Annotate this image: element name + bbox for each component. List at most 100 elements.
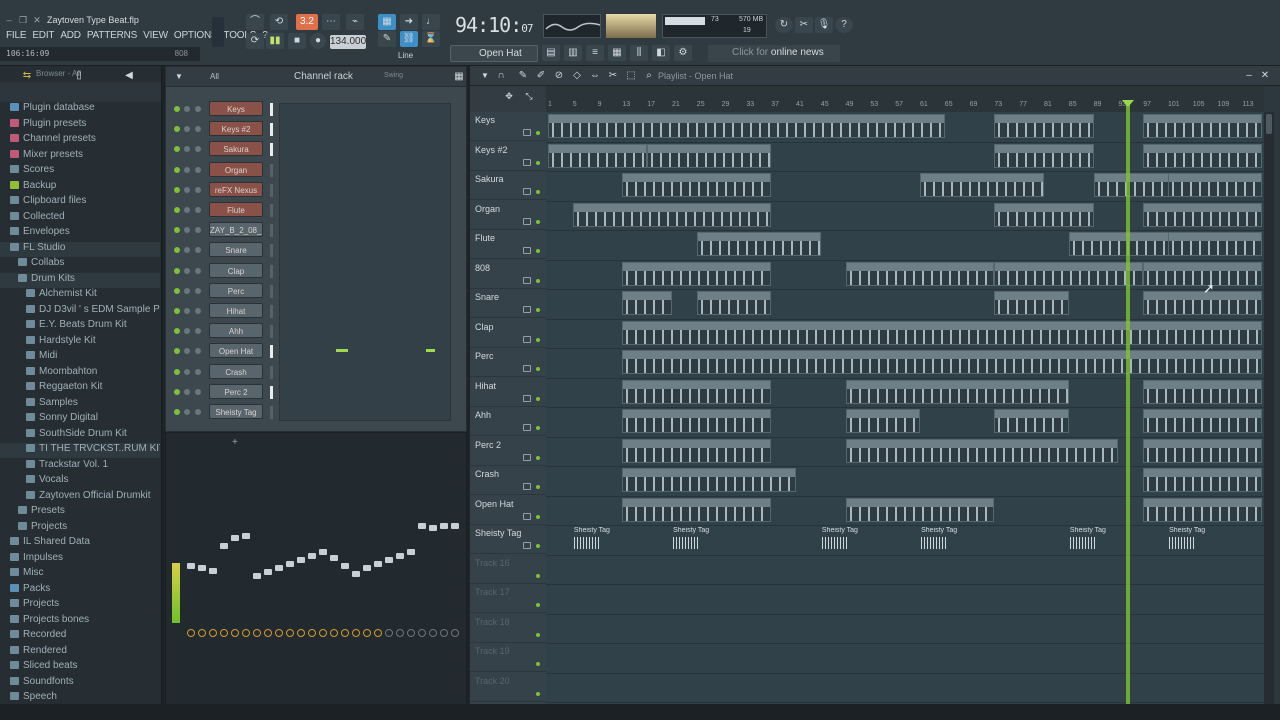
channel-mute-led[interactable] [174,186,180,193]
pattern-clip[interactable] [572,202,772,227]
link-icon[interactable]: ⛓ [400,31,418,47]
browser-item[interactable]: Midi [0,350,160,365]
browser-item[interactable]: FL Studio [0,241,160,257]
track-header[interactable]: Track 16 [470,555,546,584]
channel-select-indicator[interactable] [270,224,273,238]
mixer-track[interactable] [263,453,273,713]
help-icon[interactable]: ? [835,17,853,33]
mixer-fader[interactable] [264,569,272,575]
channel-select-indicator[interactable] [270,406,273,419]
channel-pan-knob[interactable] [184,388,190,395]
mixer-track[interactable] [417,453,427,713]
stop-icon[interactable]: ■ [288,33,306,49]
pattern-clip[interactable] [622,291,672,315]
channel-volume-knob[interactable] [195,409,201,415]
channel-pan-knob[interactable] [184,287,190,294]
mixer-track[interactable] [384,453,394,713]
select-tool-icon[interactable]: ⬚ [622,68,640,84]
menu-patterns[interactable]: PATTERNS [87,30,137,44]
online-news-button[interactable]: Click for online news [708,45,840,62]
browser-item[interactable]: Recorded [0,629,160,644]
browser-item[interactable]: Reggaeton Kit [0,381,160,396]
browser-item[interactable]: Impulses [0,552,160,567]
channel-mute-led[interactable] [174,106,180,112]
pattern-clip[interactable] [622,320,1262,345]
browser-item[interactable]: Sonny Digital [0,412,160,427]
menu-add[interactable]: ADD [60,30,81,44]
browser-item[interactable]: Sliced beats [0,660,160,675]
browser-item[interactable]: Channel presets [0,133,160,148]
scissors-icon[interactable]: ✂ [795,17,813,33]
channel-button[interactable]: Crash [209,363,263,379]
track-mute-led[interactable] [536,603,540,607]
channel-mute-led[interactable] [174,328,180,335]
channel-select-indicator[interactable] [270,365,273,379]
mute-tool-icon[interactable]: ◇ [568,68,586,84]
mixer-knob[interactable] [374,629,382,637]
menu-arrow-icon[interactable]: ▼ [170,69,188,85]
mixer-knob[interactable] [187,629,195,637]
track-header[interactable]: Clap [470,319,546,348]
channel-select-indicator[interactable] [270,305,273,318]
track-header[interactable]: Keys #2 [470,142,546,171]
mixer-track[interactable] [230,453,240,713]
browser-item[interactable]: Presets [0,505,160,520]
mixer-knob[interactable] [319,629,327,637]
mixer-fader[interactable] [253,573,261,579]
browser-item[interactable]: DJ D3vil ' s EDM Sample Pack [0,304,160,319]
blend-notes-icon[interactable]: ♩ [422,14,440,30]
add-mixer-icon[interactable]: + [232,437,238,448]
track-mute-led[interactable] [536,160,540,165]
pattern-clip[interactable] [622,438,772,463]
browser-item[interactable]: Rendered [0,645,160,660]
mixer-knob[interactable] [451,629,459,637]
audio-clip[interactable]: Sheisty Tag [573,527,622,553]
browser-item[interactable]: Clipboard files [0,195,160,210]
channel-select-indicator[interactable] [270,183,273,197]
channel-button[interactable]: Clap [209,262,263,278]
channel-volume-knob[interactable] [195,308,201,314]
lock-icon[interactable] [523,424,531,431]
channel-mute-led[interactable] [174,409,180,415]
channel-pan-knob[interactable] [184,106,190,112]
menu-file[interactable]: FILE [6,30,27,44]
browser-item[interactable]: Misc [0,567,160,582]
mixer-knob[interactable] [297,629,305,637]
paint-tool-icon[interactable]: ✐ [532,68,550,84]
mixer-track[interactable] [285,453,295,713]
channel-button[interactable]: reFX Nexus [209,181,263,197]
mixer-track[interactable] [274,453,284,713]
channel-pan-knob[interactable] [184,308,190,314]
mixer-knob[interactable] [220,629,228,637]
channel-button[interactable]: Ahh [209,323,263,339]
channel-pan-knob[interactable] [184,227,190,234]
zoom-tool-icon[interactable]: ⌕ [640,68,658,84]
playhead-marker-icon[interactable] [1122,100,1134,107]
channel-button[interactable]: ZAY_B_2_08_9 [209,222,263,238]
pattern-clip[interactable] [622,350,1262,374]
browser-item[interactable]: TI THE TRVCKST..RUM KIT VOL. 2 [0,443,160,458]
mixer-icon[interactable]: ⫼ [630,45,648,61]
lock-icon[interactable] [523,542,531,549]
pattern-clip[interactable] [994,143,1094,168]
channel-select-indicator[interactable] [270,123,273,137]
pattern-clip[interactable] [1143,143,1262,168]
pattern-clip[interactable] [1143,379,1262,404]
mixer-fader[interactable] [286,561,294,567]
record-mode-icon[interactable]: ⟲ [270,14,288,30]
mixer-knob[interactable] [440,629,448,637]
channel-select-indicator[interactable] [270,345,273,359]
mixer-fader[interactable] [330,555,338,561]
pattern-clip[interactable] [1168,232,1262,256]
channel-volume-knob[interactable] [195,348,201,355]
mixer-fader[interactable] [187,563,195,569]
track-mute-led[interactable] [536,278,540,283]
channel-select-indicator[interactable] [270,325,273,339]
playhead[interactable] [1126,104,1130,704]
mixer-fader[interactable] [352,571,360,577]
channel-select-indicator[interactable] [270,264,273,278]
channel-pan-knob[interactable] [184,409,190,415]
pattern-clip[interactable] [1143,468,1262,492]
channel-pan-knob[interactable] [184,247,190,254]
channel-mute-led[interactable] [174,267,180,274]
